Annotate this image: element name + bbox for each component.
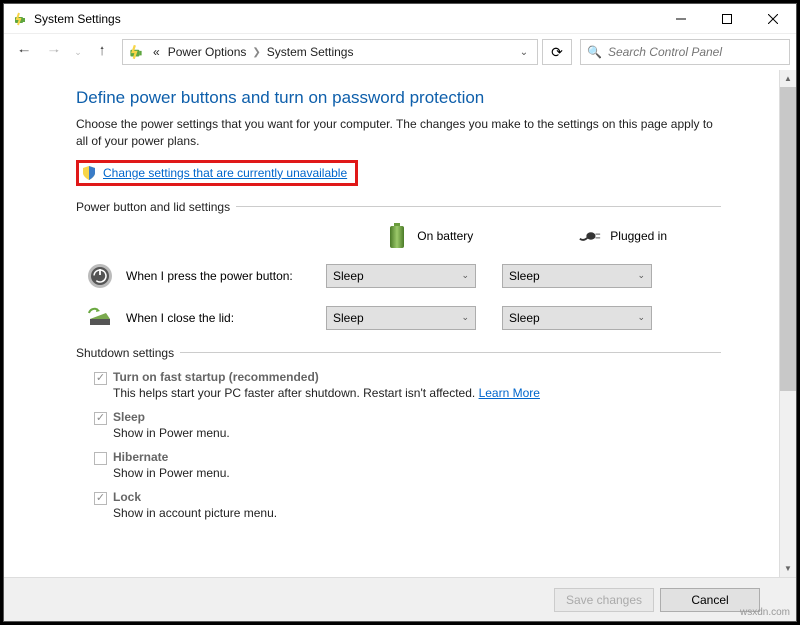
power-options-icon [127, 43, 145, 61]
chevron-down-icon: ⌄ [637, 312, 645, 323]
back-button[interactable]: 🠐 [10, 38, 38, 66]
select-value: Sleep [509, 269, 540, 283]
shutdown-section: Shutdown settings Turn on fast startup (… [76, 346, 721, 520]
scroll-up-button[interactable]: ▲ [780, 70, 796, 87]
lock-checkbox[interactable] [94, 492, 107, 505]
learn-more-link[interactable]: Learn More [479, 386, 540, 400]
refresh-button[interactable]: ⟳ [542, 39, 572, 65]
window: System Settings 🠐 🠒 ⌄ 🠑 « Power Options … [3, 3, 797, 622]
breadcrumb-overflow[interactable]: « [149, 43, 164, 61]
section-header: Power button and lid settings [76, 200, 721, 214]
scroll-thumb[interactable] [780, 87, 796, 391]
window-controls [658, 4, 796, 34]
power-options-icon [12, 11, 28, 27]
content-wrap: Define power buttons and turn on passwor… [4, 70, 796, 577]
plugged-in-header: Plugged in [578, 224, 667, 248]
title-left: System Settings [12, 11, 121, 27]
plugged-label: Plugged in [610, 229, 667, 243]
select-value: Sleep [509, 311, 540, 325]
close-lid-battery-select[interactable]: Sleep ⌄ [326, 306, 476, 330]
select-value: Sleep [333, 311, 364, 325]
hibernate-checkbox[interactable] [94, 452, 107, 465]
lock-sub: Show in account picture menu. [113, 506, 721, 520]
titlebar: System Settings [4, 4, 796, 34]
up-button[interactable]: 🠑 [88, 38, 116, 66]
sleep-title: Sleep [113, 410, 145, 424]
watermark: wsxdn.com [740, 607, 790, 618]
recent-dropdown[interactable]: ⌄ [70, 38, 86, 66]
search-input[interactable] [608, 45, 783, 59]
sleep-checkbox[interactable] [94, 412, 107, 425]
sleep-sub: Show in Power menu. [113, 426, 721, 440]
change-settings-highlight: Change settings that are currently unava… [76, 160, 358, 186]
fast-startup-item: Turn on fast startup (recommended) This … [94, 370, 721, 400]
search-box[interactable]: 🔍 [580, 39, 790, 65]
section-title: Shutdown settings [76, 346, 174, 360]
section-rule [180, 352, 721, 353]
window-title: System Settings [34, 12, 121, 26]
battery-icon [385, 224, 409, 248]
lock-title: Lock [113, 490, 141, 504]
chevron-right-icon: ❯ [252, 47, 260, 58]
save-button[interactable]: Save changes [554, 588, 654, 612]
chevron-down-icon: ⌄ [637, 270, 645, 281]
navbar: 🠐 🠒 ⌄ 🠑 « Power Options ❯ System Setting… [4, 34, 796, 70]
select-value: Sleep [333, 269, 364, 283]
chevron-down-icon: ⌄ [461, 312, 469, 323]
close-lid-plugged-select[interactable]: Sleep ⌄ [502, 306, 652, 330]
power-button-battery-select[interactable]: Sleep ⌄ [326, 264, 476, 288]
change-settings-link[interactable]: Change settings that are currently unava… [103, 166, 347, 180]
minimize-button[interactable] [658, 4, 704, 34]
sub-text: This helps start your PC faster after sh… [113, 386, 475, 400]
chevron-down-icon: ⌄ [461, 270, 469, 281]
breadcrumb: « Power Options ❯ System Settings [149, 43, 515, 61]
plug-icon [578, 224, 602, 248]
shield-icon [81, 165, 97, 181]
address-bar[interactable]: « Power Options ❯ System Settings ⌄ [122, 39, 538, 65]
section-title: Power button and lid settings [76, 200, 230, 214]
on-battery-header: On battery [385, 224, 473, 248]
power-button-label: When I press the power button: [126, 269, 314, 283]
hibernate-sub: Show in Power menu. [113, 466, 721, 480]
shutdown-items: Turn on fast startup (recommended) This … [76, 370, 721, 520]
fast-startup-title: Turn on fast startup (recommended) [113, 370, 319, 384]
hibernate-item: Hibernate Show in Power menu. [94, 450, 721, 480]
sleep-item: Sleep Show in Power menu. [94, 410, 721, 440]
power-button-row: When I press the power button: Sleep ⌄ Sl… [76, 262, 721, 290]
page-description: Choose the power settings that you want … [76, 116, 721, 150]
breadcrumb-item[interactable]: Power Options [164, 43, 251, 61]
section-rule [236, 206, 721, 207]
fast-startup-sub: This helps start your PC faster after sh… [113, 386, 721, 400]
scroll-down-button[interactable]: ▼ [780, 560, 796, 577]
laptop-lid-icon [86, 304, 114, 332]
content: Define power buttons and turn on passwor… [4, 70, 779, 577]
power-button-plugged-select[interactable]: Sleep ⌄ [502, 264, 652, 288]
close-lid-label: When I close the lid: [126, 311, 314, 325]
power-state-headers: On battery Plugged in [76, 224, 721, 248]
power-button-icon [86, 262, 114, 290]
fast-startup-checkbox[interactable] [94, 372, 107, 385]
forward-button[interactable]: 🠒 [40, 38, 68, 66]
maximize-button[interactable] [704, 4, 750, 34]
address-dropdown[interactable]: ⌄ [515, 47, 533, 58]
footer: Save changes Cancel [4, 577, 796, 621]
power-button-section: Power button and lid settings On battery… [76, 200, 721, 332]
page-heading: Define power buttons and turn on passwor… [76, 88, 721, 108]
lock-item: Lock Show in account picture menu. [94, 490, 721, 520]
close-button[interactable] [750, 4, 796, 34]
close-lid-row: When I close the lid: Sleep ⌄ Sleep ⌄ [76, 304, 721, 332]
hibernate-title: Hibernate [113, 450, 168, 464]
section-header: Shutdown settings [76, 346, 721, 360]
scrollbar[interactable]: ▲ ▼ [779, 70, 796, 577]
search-icon: 🔍 [587, 45, 602, 59]
breadcrumb-item[interactable]: System Settings [263, 43, 358, 61]
battery-label: On battery [417, 229, 473, 243]
